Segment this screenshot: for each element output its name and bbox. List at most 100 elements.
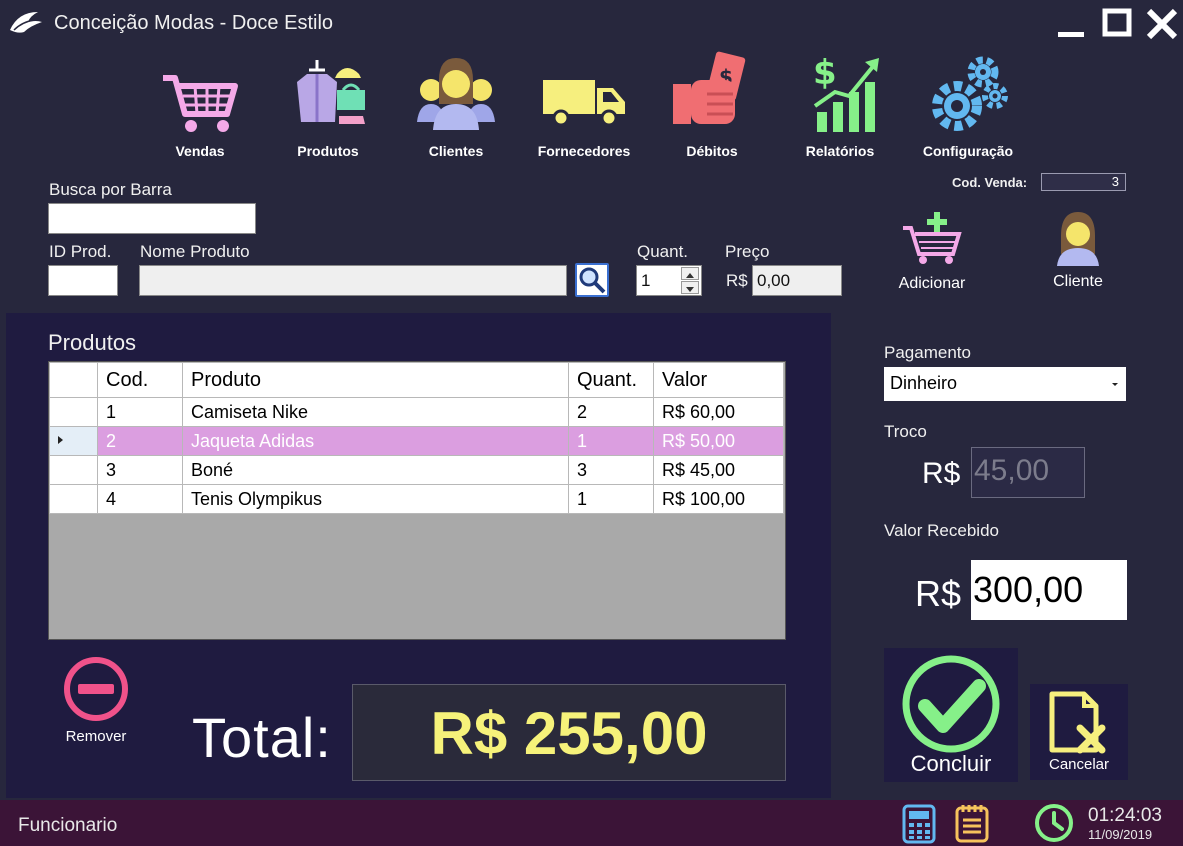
clock-date: 11/09/2019 bbox=[1088, 827, 1153, 842]
products-title: Produtos bbox=[48, 330, 137, 355]
shopping-cart-icon bbox=[140, 50, 260, 140]
quantity-label: Quant. bbox=[637, 242, 689, 261]
toolbar-fornecedores-button[interactable]: Fornecedores bbox=[524, 50, 644, 162]
barcode-input-box[interactable] bbox=[48, 203, 256, 234]
toolbar-vendas-label: Vendas bbox=[175, 143, 225, 159]
toolbar-debitos-button[interactable]: $ Débitos bbox=[652, 50, 772, 162]
current-row-arrow-icon bbox=[50, 431, 70, 451]
sale-code-field: 3 bbox=[1041, 173, 1126, 191]
cell-quant: 2 bbox=[568, 397, 654, 427]
product-id-input[interactable] bbox=[49, 266, 117, 295]
cell-produto: Jaqueta Adidas bbox=[182, 426, 569, 456]
window-title: Conceição Modas - Doce Estilo bbox=[54, 12, 334, 34]
toolbar-clientes-button[interactable]: Clientes bbox=[396, 50, 516, 162]
minimize-button[interactable] bbox=[1054, 8, 1090, 40]
product-name-input[interactable] bbox=[140, 266, 566, 295]
status-bar bbox=[0, 800, 1183, 846]
barcode-label: Busca por Barra bbox=[49, 180, 172, 199]
toolbar-debitos-label: Débitos bbox=[686, 143, 738, 159]
column-header-cod[interactable]: Cod. bbox=[97, 362, 183, 398]
cancel-sale-button[interactable]: Cancelar bbox=[1030, 684, 1128, 780]
cell-quant: 3 bbox=[568, 455, 654, 485]
table-row[interactable]: 1 Camiseta Nike 2 R$ 60,00 bbox=[49, 397, 784, 427]
svg-text:$: $ bbox=[813, 53, 837, 93]
received-amount-input[interactable]: 300,00 bbox=[971, 560, 1127, 620]
quantity-stepper[interactable] bbox=[636, 265, 702, 296]
toolbar-relatorios-label: Relatórios bbox=[805, 143, 875, 159]
quantity-down-arrow[interactable] bbox=[681, 281, 699, 294]
received-label: Valor Recebido bbox=[884, 521, 999, 540]
cell-valor: R$ 45,00 bbox=[653, 455, 784, 485]
table-row[interactable]: 4 Tenis Olympikus 1 R$ 100,00 bbox=[49, 484, 784, 514]
change-label: Troco bbox=[884, 422, 927, 441]
toolbar-fornecedores-label: Fornecedores bbox=[537, 143, 631, 159]
price-input[interactable] bbox=[753, 266, 841, 295]
barcode-input[interactable] bbox=[49, 204, 255, 233]
client-avatar-icon bbox=[1053, 212, 1103, 270]
cell-produto: Boné bbox=[182, 455, 569, 485]
money-hand-icon: $ bbox=[652, 50, 772, 140]
people-icon bbox=[396, 50, 516, 140]
toolbar-produtos-label: Produtos bbox=[297, 143, 359, 159]
client-label: Cliente bbox=[1053, 273, 1103, 290]
row-header[interactable] bbox=[49, 426, 98, 456]
current-user-label: Funcionario bbox=[18, 815, 118, 836]
column-header-produto[interactable]: Produto bbox=[182, 362, 569, 398]
price-label: Preço bbox=[725, 242, 770, 261]
client-button[interactable]: Cliente bbox=[1040, 210, 1116, 294]
clock-icon bbox=[1034, 803, 1074, 846]
toolbar-configuracao-button[interactable]: Configuração bbox=[908, 50, 1028, 162]
row-header[interactable] bbox=[49, 484, 98, 514]
row-header[interactable] bbox=[49, 397, 98, 427]
remove-item-button[interactable]: Remover bbox=[56, 655, 136, 745]
maximize-button[interactable] bbox=[1100, 8, 1136, 40]
column-header-quant[interactable]: Quant. bbox=[568, 362, 654, 398]
toolbar-relatorios-button[interactable]: $ Relatórios bbox=[780, 50, 900, 162]
products-table: Cod. Produto Quant. Valor 1 Camiseta Nik… bbox=[49, 362, 784, 514]
cell-valor: R$ 100,00 bbox=[653, 484, 784, 514]
remove-item-label: Remover bbox=[65, 728, 127, 745]
search-product-button[interactable] bbox=[575, 263, 609, 297]
cell-produto: Camiseta Nike bbox=[182, 397, 569, 427]
calculator-icon[interactable] bbox=[902, 804, 936, 846]
row-header[interactable] bbox=[49, 455, 98, 485]
cell-produto: Tenis Olympikus bbox=[182, 484, 569, 514]
payment-method-select[interactable]: Dinheiro bbox=[884, 367, 1126, 401]
cell-quant: 1 bbox=[568, 426, 654, 456]
notepad-icon[interactable] bbox=[954, 803, 990, 846]
gears-icon bbox=[908, 50, 1028, 140]
clothing-icon bbox=[268, 50, 388, 140]
product-name-label: Nome Produto bbox=[140, 242, 250, 261]
total-label: Total: bbox=[192, 706, 332, 769]
close-button[interactable] bbox=[1144, 8, 1180, 40]
toolbar-vendas-button[interactable]: Vendas bbox=[140, 50, 260, 162]
product-id-input-box[interactable] bbox=[48, 265, 118, 296]
quantity-up-arrow[interactable] bbox=[681, 267, 699, 280]
cell-cod: 4 bbox=[97, 484, 183, 514]
document-cancel-icon bbox=[1046, 690, 1112, 761]
add-item-button[interactable]: Adicionar bbox=[886, 210, 978, 294]
minus-circle-icon bbox=[62, 657, 130, 727]
column-header-valor[interactable]: Valor bbox=[653, 362, 784, 398]
dropdown-arrow-icon[interactable] bbox=[1108, 376, 1122, 392]
conclude-sale-button[interactable]: Concluir bbox=[884, 648, 1018, 782]
quantity-input[interactable] bbox=[637, 266, 681, 295]
row-header-corner bbox=[49, 362, 98, 398]
products-grid[interactable]: Cod. Produto Quant. Valor 1 Camiseta Nik… bbox=[48, 361, 786, 640]
app-logo-icon bbox=[8, 8, 44, 38]
cell-cod: 2 bbox=[97, 426, 183, 456]
table-header-row: Cod. Produto Quant. Valor bbox=[49, 362, 784, 398]
total-display: R$ 255,00 bbox=[352, 684, 786, 781]
table-row-selected[interactable]: 2 Jaqueta Adidas 1 R$ 50,00 bbox=[49, 426, 784, 456]
cell-quant: 1 bbox=[568, 484, 654, 514]
product-name-input-box[interactable] bbox=[139, 265, 567, 296]
truck-icon bbox=[524, 50, 644, 140]
price-input-box[interactable] bbox=[752, 265, 842, 296]
payment-label: Pagamento bbox=[884, 343, 971, 362]
table-row[interactable]: 3 Boné 3 R$ 45,00 bbox=[49, 455, 784, 485]
sale-code-label: Cod. Venda: bbox=[952, 175, 1028, 190]
cart-add-icon bbox=[897, 212, 967, 270]
toolbar-produtos-button[interactable]: Produtos bbox=[268, 50, 388, 162]
toolbar-clientes-label: Clientes bbox=[428, 143, 484, 159]
received-currency-label: R$ bbox=[915, 573, 962, 614]
